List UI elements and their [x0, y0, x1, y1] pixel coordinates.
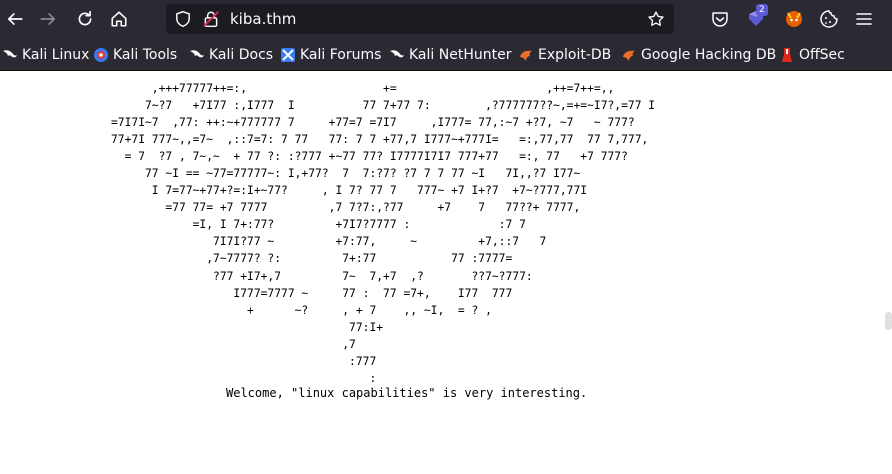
scrollbar[interactable] — [885, 312, 892, 330]
bookmark-label: Kali Linux — [22, 47, 90, 63]
exploit-db-icon — [623, 50, 635, 61]
browser-toolbar: kiba.thm 2 — [0, 0, 892, 38]
reload-button[interactable] — [70, 4, 100, 34]
bookmark-exploit-db[interactable]: Exploit-DB — [518, 45, 611, 65]
back-button[interactable] — [0, 4, 30, 34]
shield-icon[interactable] — [174, 10, 192, 28]
address-bar[interactable]: kiba.thm — [166, 4, 674, 34]
exploit-db-icon — [520, 50, 532, 61]
kali-tools-icon — [94, 48, 108, 62]
bookmark-label: Exploit-DB — [538, 47, 612, 63]
kali-dragon-icon — [3, 50, 17, 58]
ascii-art: ,+++77777++=:, += ,++=7++=,, 7~?7 +7I77 … — [111, 82, 656, 385]
bookmark-kali-forums[interactable]: Kali Forums — [280, 45, 381, 65]
page-content: ,+++77777++=:, += ,++=7++=,, 7~?7 +7I77 … — [0, 72, 892, 474]
bookmark-offsec[interactable]: OffSec — [779, 45, 845, 65]
home-icon — [111, 11, 127, 27]
cookie-icon[interactable] — [818, 8, 840, 30]
bookmark-kali-nethunter[interactable]: Kali NetHunter — [389, 45, 511, 65]
foxyproxy-icon[interactable] — [783, 8, 805, 30]
bookmark-label: Kali Docs — [209, 47, 274, 63]
bookmark-label: Google Hacking DB — [641, 47, 777, 63]
kali-forums-icon — [281, 48, 295, 62]
welcome-message: Welcome, "linux capabilities" is very in… — [226, 386, 588, 400]
pocket-icon[interactable] — [709, 8, 731, 30]
bookmark-star-icon[interactable] — [647, 10, 665, 28]
kali-dragon-icon — [190, 50, 204, 58]
bookmark-kali-docs[interactable]: Kali Docs — [189, 45, 273, 65]
bookmark-label: Kali Tools — [113, 47, 178, 63]
reload-icon — [78, 10, 92, 26]
bookmark-kali-tools[interactable]: Kali Tools — [93, 45, 177, 65]
bookmark-label: Kali NetHunter — [409, 47, 512, 63]
bookmarks-toolbar: Kali Linux Kali Tools Kali Docs Kali For… — [0, 38, 892, 71]
bookmark-google-hacking-db[interactable]: Google Hacking DB — [621, 45, 776, 65]
insecure-lock-icon[interactable] — [202, 10, 220, 28]
extension-badge: 2 — [756, 4, 768, 16]
url-text[interactable]: kiba.thm — [230, 10, 296, 28]
arrow-right-icon — [40, 13, 56, 25]
kali-dragon-icon — [390, 50, 404, 58]
arrow-left-icon — [7, 13, 23, 25]
hamburger-menu-icon[interactable] — [853, 8, 875, 30]
bookmark-label: OffSec — [799, 47, 845, 63]
bookmark-label: Kali Forums — [300, 47, 382, 63]
bookmark-kali-linux[interactable]: Kali Linux — [2, 45, 89, 65]
offsec-icon — [782, 48, 792, 62]
home-button[interactable] — [104, 4, 134, 34]
forward-button[interactable] — [33, 4, 63, 34]
